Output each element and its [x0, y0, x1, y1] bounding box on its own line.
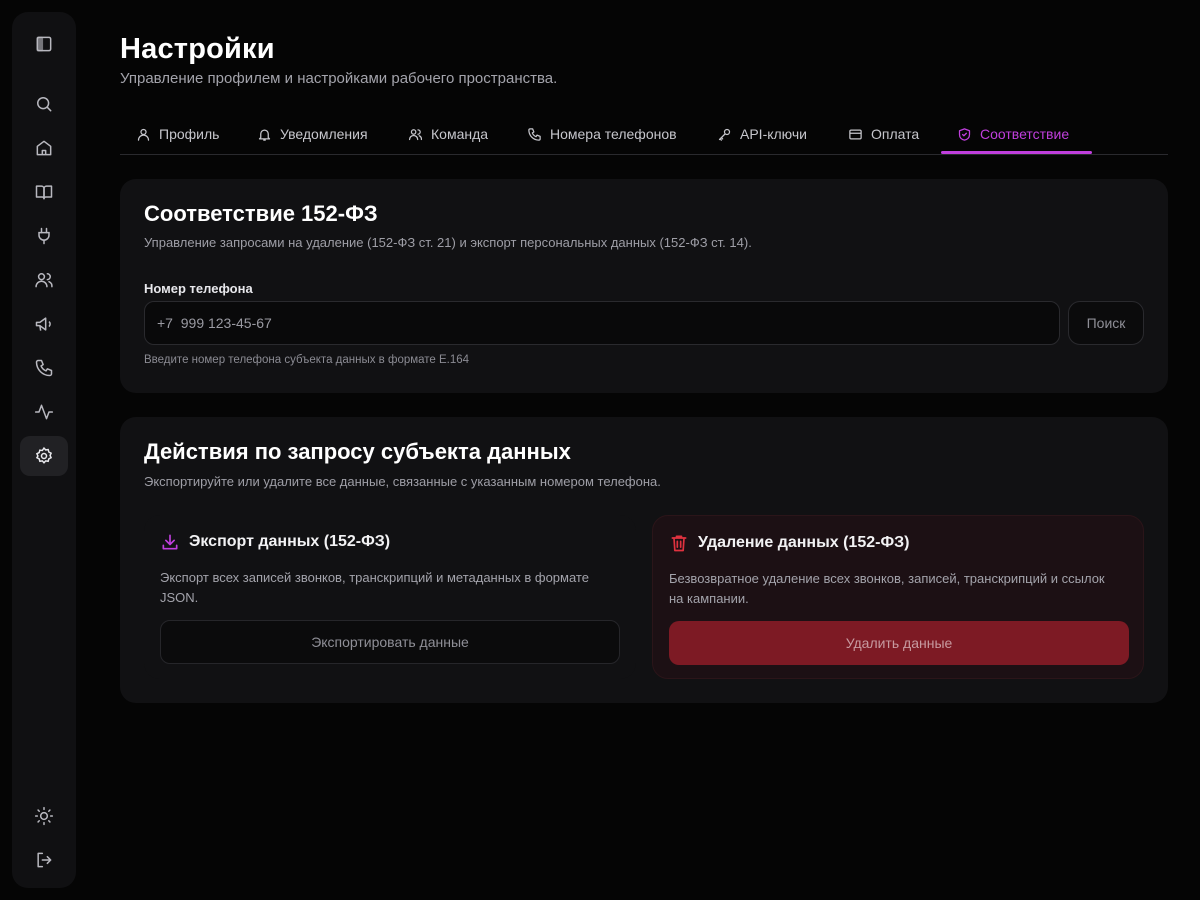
active-tab-indicator: [941, 151, 1092, 154]
settings-icon: [35, 446, 53, 464]
settings-tabs: Профиль Уведомления Команда Номера телеф…: [120, 114, 1168, 155]
data-subject-actions-card: Действия по запросу субъекта данных Эксп…: [120, 417, 1168, 703]
tab-phone-numbers[interactable]: Номера телефонов: [527, 114, 677, 154]
sidebar-toggle-button[interactable]: [20, 24, 68, 64]
home-icon: [36, 140, 52, 156]
tab-label: Уведомления: [280, 126, 368, 142]
tab-compliance[interactable]: Соответствие: [957, 114, 1069, 154]
delete-data-button[interactable]: Удалить данные: [669, 621, 1129, 665]
compliance-title: Соответствие 152-ФЗ: [144, 201, 378, 226]
export-data-panel: Экспорт данных (152-ФЗ) Экспорт всех зап…: [144, 515, 636, 679]
export-title: Экспорт данных (152-ФЗ): [189, 533, 391, 550]
tab-profile[interactable]: Профиль: [136, 114, 219, 154]
sidebar-item-calls[interactable]: [20, 348, 68, 388]
delete-heading: Удаление данных (152-ФЗ): [669, 533, 909, 553]
search-button[interactable]: Поиск: [1068, 301, 1144, 345]
search-icon: [37, 97, 52, 112]
export-data-button[interactable]: Экспортировать данные: [160, 620, 620, 664]
sidebar-toggle-icon: [36, 36, 52, 52]
tab-label: Команда: [431, 126, 489, 142]
phone-icon: [528, 127, 541, 141]
sidebar-item-campaigns[interactable]: [20, 304, 68, 344]
bell-icon: [258, 129, 271, 141]
sidebar-item-home[interactable]: [20, 128, 68, 168]
sidebar-item-search[interactable]: [20, 84, 68, 124]
sidebar: [12, 12, 76, 888]
export-heading: Экспорт данных (152-ФЗ): [160, 532, 390, 552]
tab-label: Профиль: [159, 126, 220, 142]
phone-field-label: Номер телефона: [144, 281, 253, 296]
plug-icon: [38, 227, 50, 245]
theme-toggle-button[interactable]: [20, 796, 68, 836]
download-icon: [162, 534, 178, 550]
megaphone-icon: [35, 317, 51, 331]
page-title: Настройки: [120, 33, 275, 65]
phone-number-input[interactable]: [144, 301, 1060, 345]
tab-api-keys[interactable]: API-ключи: [717, 114, 807, 154]
phone-format-hint: Введите номер телефона субъекта данных в…: [144, 354, 470, 366]
trash-icon: [671, 535, 687, 552]
book-icon: [35, 185, 53, 200]
key-icon: [718, 128, 731, 141]
sun-icon: [34, 806, 54, 826]
tab-notifications[interactable]: Уведомления: [257, 114, 368, 154]
tab-team[interactable]: Команда: [408, 114, 488, 154]
delete-text: Безвозвратное удаление всех звонков, зап…: [669, 571, 1105, 606]
compliance-lookup-card: Соответствие 152-ФЗ Управление запросами…: [120, 179, 1168, 393]
sidebar-item-docs[interactable]: [20, 172, 68, 212]
delete-title: Удаление данных (152-ФЗ): [698, 534, 910, 551]
activity-icon: [34, 404, 54, 420]
users-icon: [35, 273, 53, 288]
actions-description: Экспортируйте или удалите все данные, св…: [144, 474, 661, 489]
tab-label: API-ключи: [740, 126, 807, 142]
shield-icon: [958, 127, 971, 141]
sidebar-item-analytics[interactable]: [20, 392, 68, 432]
tab-label: Номера телефонов: [550, 126, 677, 142]
tab-label: Соответствие: [980, 126, 1070, 142]
delete-data-panel: Удаление данных (152-ФЗ) Безвозвратное у…: [652, 515, 1144, 679]
tab-billing[interactable]: Оплата: [848, 114, 919, 154]
sidebar-item-integrations[interactable]: [20, 216, 68, 256]
export-text: Экспорт всех записей звонков, транскрипц…: [160, 570, 589, 605]
page-subtitle: Управление профилем и настройками рабоче…: [120, 70, 558, 87]
logout-icon: [37, 852, 52, 868]
phone-icon: [35, 359, 53, 377]
sidebar-item-users[interactable]: [20, 260, 68, 300]
sidebar-item-settings[interactable]: [20, 436, 68, 476]
users-icon: [408, 128, 423, 140]
compliance-description: Управление запросами на удаление (152-ФЗ…: [144, 235, 752, 250]
actions-title: Действия по запросу субъекта данных: [144, 439, 571, 464]
logout-button[interactable]: [20, 840, 68, 880]
user-icon: [137, 128, 150, 141]
credit-card-icon: [849, 129, 862, 139]
tab-label: Оплата: [871, 126, 920, 142]
